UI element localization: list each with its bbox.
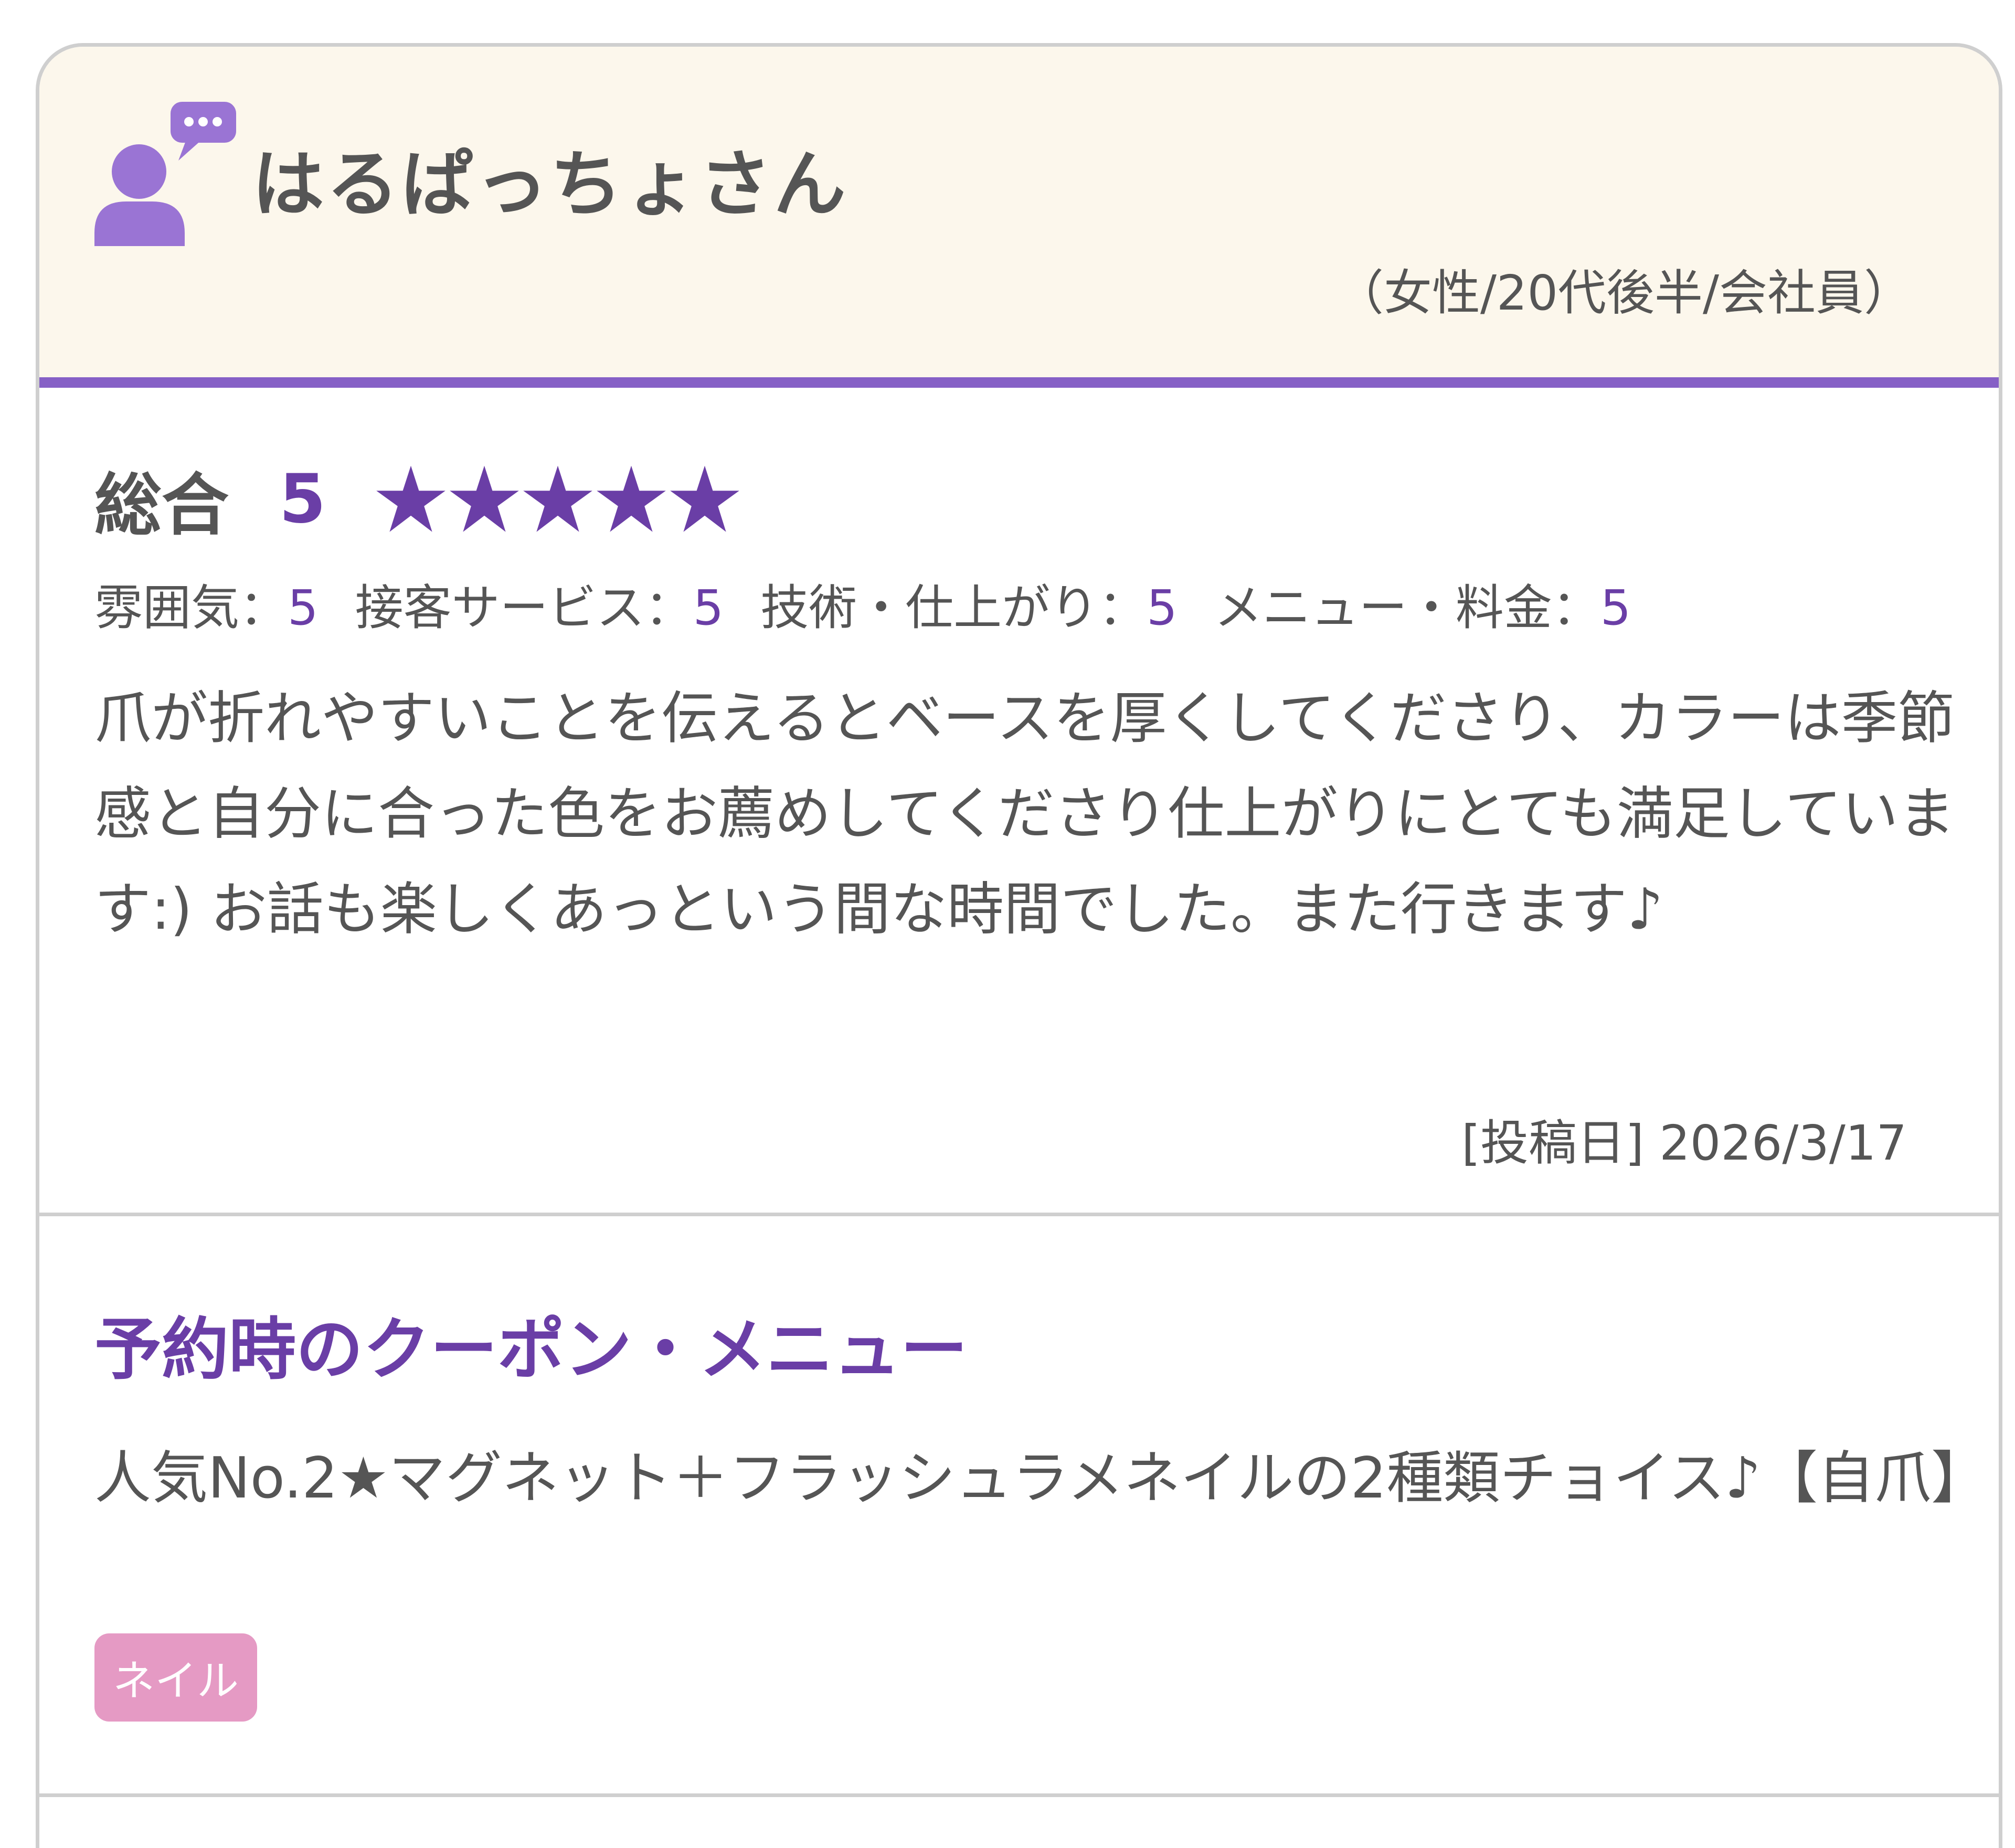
sub-rating-label: メニュー・料金： <box>1214 580 1600 636</box>
sub-rating-score: 5 <box>1600 580 1631 636</box>
user-chat-icon <box>94 102 236 246</box>
sub-rating-score: 5 <box>288 580 319 636</box>
sub-rating-atmosphere: 雰囲気：5 <box>94 569 319 639</box>
overall-label: 総合 <box>94 466 229 545</box>
coupon-menu-section: 予約時のクーポン・メニュー 人気No.2★マグネット＋フラッシュラメネイルの2種… <box>39 1216 1999 1797</box>
rating-section: 総合 5 雰囲気：5 接客サービス：5 技術・仕上がり：5 メニュー・料金：5 … <box>39 388 1999 1216</box>
star-icon <box>597 465 666 532</box>
sub-rating-service: 接客サービス：5 <box>355 569 724 639</box>
sub-rating-label: 接客サービス： <box>355 580 693 636</box>
review-comment: 爪が折れやすいことを伝えるとベースを厚くしてくださり、カラーは季節感と自分に合っ… <box>94 686 1955 942</box>
star-rating <box>374 463 741 536</box>
sub-rating-label: 技術・仕上がり： <box>760 580 1147 636</box>
sub-rating-menu-price: メニュー・料金：5 <box>1214 569 1631 639</box>
post-date: [投稿日] 2026/3/17 <box>1461 1115 1907 1171</box>
overall-score: 5 <box>279 460 326 538</box>
overall-rating: 総合 5 <box>94 451 741 548</box>
star-icon <box>450 465 519 532</box>
star-icon <box>376 465 446 532</box>
sub-rating-label: 雰囲気： <box>94 580 288 636</box>
review-card: はるぱっちょさん （女性/20代後半/会社員） 総合 5 雰囲気：5 接客サービ… <box>36 43 2002 1848</box>
reviewer-demographic: （女性/20代後半/会社員） <box>1335 265 1912 321</box>
sub-rating-technique: 技術・仕上がり：5 <box>760 569 1178 639</box>
star-icon <box>523 465 592 532</box>
star-icon <box>670 465 739 532</box>
reviewer-name: はるぱっちょさん <box>252 142 849 227</box>
category-tag: ネイル <box>94 1633 257 1722</box>
reviewer-avatar-icon <box>94 102 236 246</box>
sub-rating-score: 5 <box>693 580 724 636</box>
sub-rating-score: 5 <box>1147 580 1178 636</box>
menu-section-title: 予約時のクーポン・メニュー <box>94 1311 968 1389</box>
coupon-name[interactable]: 人気No.2★マグネット＋フラッシュラメネイルの2種類チョイス♪【自爪】 <box>94 1431 1988 1526</box>
review-header: はるぱっちょさん （女性/20代後半/会社員） <box>39 47 1999 388</box>
sub-ratings: 雰囲気：5 接客サービス：5 技術・仕上がり：5 メニュー・料金：5 <box>94 569 1668 639</box>
